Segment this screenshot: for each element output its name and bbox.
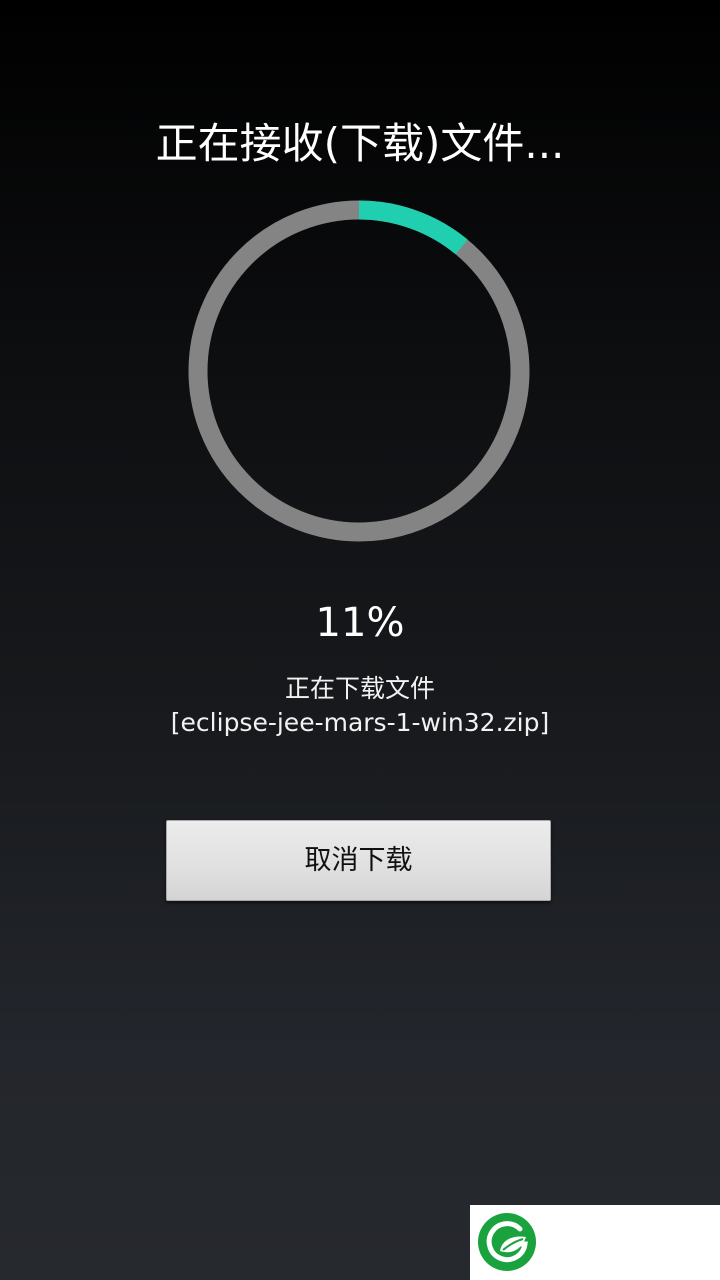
progress-ring-track bbox=[188, 200, 530, 542]
download-screen: 正在接收(下载)文件... 11% 正在下载文件 [eclipse-jee-ma… bbox=[0, 0, 720, 1280]
file-name: [eclipse-jee-mars-1-win32.zip] bbox=[170, 708, 550, 737]
cancel-download-button[interactable]: 取消下载 bbox=[166, 820, 551, 901]
download-status: 正在下载文件 [eclipse-jee-mars-1-win32.zip] bbox=[0, 672, 720, 740]
green-leaf-logo-icon bbox=[476, 1211, 538, 1273]
watermark-panel bbox=[470, 1205, 720, 1280]
logo-svg bbox=[478, 1213, 536, 1271]
status-message: 正在下载文件 bbox=[284, 674, 435, 703]
progress-ring bbox=[188, 200, 530, 542]
progress-ring-svg bbox=[188, 200, 530, 542]
progress-percent: 11% bbox=[315, 600, 405, 646]
page-title: 正在接收(下载)文件... bbox=[155, 119, 565, 168]
